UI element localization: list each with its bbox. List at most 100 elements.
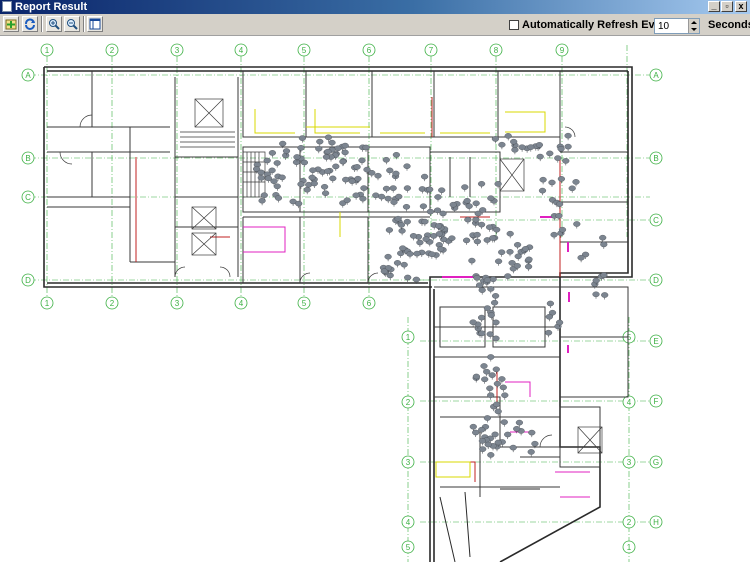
person-marker[interactable]: [332, 163, 340, 170]
fit-view-button[interactable]: [87, 16, 103, 32]
person-marker[interactable]: [487, 354, 495, 360]
person-marker[interactable]: [493, 401, 501, 408]
person-marker[interactable]: [536, 153, 544, 160]
person-marker[interactable]: [498, 141, 506, 148]
person-marker[interactable]: [478, 330, 486, 337]
person-marker[interactable]: [273, 160, 281, 166]
person-marker[interactable]: [421, 218, 429, 225]
person-marker[interactable]: [592, 277, 600, 284]
person-marker[interactable]: [479, 207, 487, 213]
person-marker[interactable]: [257, 174, 265, 181]
person-marker[interactable]: [564, 143, 572, 150]
person-marker[interactable]: [279, 140, 287, 147]
person-marker[interactable]: [498, 376, 506, 382]
person-marker[interactable]: [498, 249, 506, 255]
person-marker[interactable]: [544, 329, 553, 336]
person-marker[interactable]: [573, 221, 581, 227]
person-marker[interactable]: [386, 167, 394, 174]
person-marker[interactable]: [546, 300, 555, 307]
person-marker[interactable]: [473, 274, 481, 281]
person-marker[interactable]: [426, 208, 435, 215]
person-marker[interactable]: [601, 292, 609, 298]
person-marker[interactable]: [509, 444, 517, 451]
person-marker[interactable]: [564, 132, 572, 139]
person-marker[interactable]: [550, 231, 558, 238]
person-marker[interactable]: [403, 163, 411, 169]
person-marker[interactable]: [468, 257, 476, 264]
person-marker[interactable]: [360, 185, 368, 191]
person-marker[interactable]: [511, 147, 519, 153]
person-marker[interactable]: [464, 216, 472, 223]
person-marker[interactable]: [394, 215, 402, 222]
person-marker[interactable]: [524, 263, 533, 270]
zoom-out-button[interactable]: [64, 16, 80, 32]
person-marker[interactable]: [557, 176, 566, 182]
person-marker[interactable]: [481, 376, 489, 383]
spinner-up-arrow[interactable]: [688, 19, 699, 26]
person-marker[interactable]: [328, 139, 336, 146]
person-marker[interactable]: [437, 246, 445, 252]
person-marker[interactable]: [514, 253, 522, 260]
person-marker[interactable]: [329, 175, 337, 182]
person-marker[interactable]: [282, 148, 291, 154]
person-marker[interactable]: [494, 439, 502, 446]
person-marker[interactable]: [421, 173, 429, 180]
person-marker[interactable]: [483, 305, 492, 311]
person-marker[interactable]: [535, 142, 544, 148]
person-marker[interactable]: [478, 287, 486, 293]
person-marker[interactable]: [492, 319, 500, 326]
person-marker[interactable]: [513, 425, 521, 432]
person-marker[interactable]: [400, 261, 408, 268]
person-marker[interactable]: [472, 216, 480, 223]
person-marker[interactable]: [449, 201, 457, 208]
person-marker[interactable]: [538, 187, 547, 194]
person-marker[interactable]: [273, 183, 281, 190]
person-marker[interactable]: [310, 180, 318, 187]
person-marker[interactable]: [386, 272, 394, 279]
person-marker[interactable]: [403, 218, 411, 225]
person-marker[interactable]: [300, 159, 309, 166]
person-marker[interactable]: [324, 168, 332, 174]
person-marker[interactable]: [434, 194, 442, 200]
close-button[interactable]: x: [735, 1, 747, 12]
person-marker[interactable]: [486, 224, 494, 230]
person-marker[interactable]: [322, 154, 331, 160]
person-marker[interactable]: [399, 245, 407, 251]
person-marker[interactable]: [478, 438, 487, 444]
person-marker[interactable]: [531, 440, 539, 447]
person-marker[interactable]: [572, 179, 580, 185]
person-marker[interactable]: [472, 200, 480, 207]
person-marker[interactable]: [384, 195, 392, 202]
person-marker[interactable]: [506, 230, 514, 237]
person-marker[interactable]: [568, 185, 576, 192]
person-marker[interactable]: [527, 144, 535, 150]
person-marker[interactable]: [406, 251, 414, 257]
person-marker[interactable]: [440, 236, 448, 243]
person-marker[interactable]: [382, 185, 391, 192]
person-marker[interactable]: [487, 286, 495, 292]
person-marker[interactable]: [297, 145, 305, 151]
person-marker[interactable]: [402, 203, 411, 210]
person-marker[interactable]: [493, 226, 501, 233]
person-marker[interactable]: [341, 142, 349, 149]
person-marker[interactable]: [486, 331, 494, 337]
person-marker[interactable]: [264, 175, 273, 182]
person-marker[interactable]: [486, 385, 494, 392]
person-marker[interactable]: [395, 193, 403, 200]
person-marker[interactable]: [309, 167, 317, 173]
person-marker[interactable]: [409, 233, 418, 239]
person-marker[interactable]: [491, 299, 499, 306]
person-marker[interactable]: [324, 148, 332, 155]
person-marker[interactable]: [384, 253, 392, 260]
person-marker[interactable]: [487, 312, 495, 318]
person-marker[interactable]: [303, 186, 311, 193]
person-marker[interactable]: [487, 195, 495, 201]
person-marker[interactable]: [492, 335, 500, 342]
person-marker[interactable]: [315, 145, 323, 152]
person-marker[interactable]: [487, 452, 495, 458]
person-marker[interactable]: [463, 197, 471, 204]
person-marker[interactable]: [353, 164, 361, 170]
person-marker[interactable]: [392, 170, 400, 177]
open-button[interactable]: [3, 16, 19, 32]
person-marker[interactable]: [363, 166, 371, 173]
